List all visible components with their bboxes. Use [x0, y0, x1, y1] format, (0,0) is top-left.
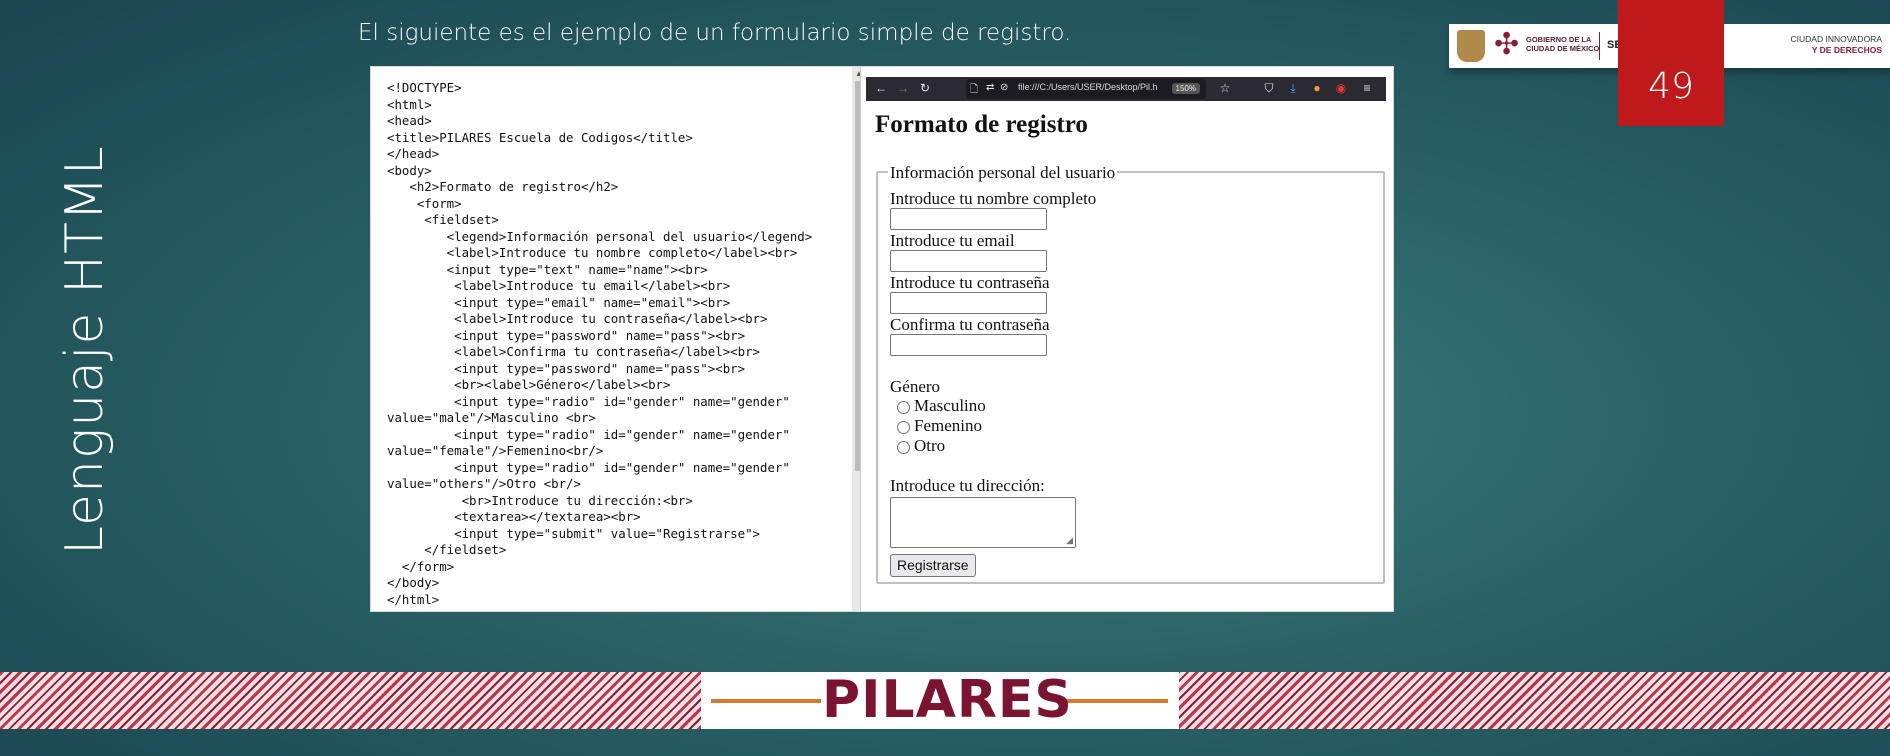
ciudad-slogan: CIUDAD INNOVADORA Y DE DERECHOS — [1791, 34, 1882, 56]
addon-icon[interactable]: ◉ — [1334, 81, 1348, 95]
code-line: <br><label>Género</label><br> — [387, 377, 671, 392]
address-bar[interactable]: 🗋 ⇄ ⊘ file:///C:/Users/USER/Desktop/Pil.… — [966, 79, 1206, 99]
menu-icon[interactable]: ≡ — [1360, 81, 1374, 95]
code-line: <!DOCTYPE> — [387, 80, 462, 95]
code-line: <body> — [387, 162, 432, 178]
gender-label: Género — [890, 377, 941, 396]
code-line: <label>Introduce tu nombre completo</lab… — [387, 245, 798, 260]
password-input[interactable] — [890, 292, 1047, 314]
ciudad-slogan-line2: Y DE DERECHOS — [1811, 45, 1882, 55]
code-line: <input type="radio" id="gender" name="ge… — [387, 459, 790, 475]
radio-otro[interactable] — [897, 441, 910, 454]
code-line: <label>Introduce tu email</label><br> — [387, 278, 731, 293]
code-line: value="others"/>Otro <br/> — [387, 476, 581, 491]
confirm-password-label: Confirma tu contraseña — [890, 315, 1050, 334]
zoom-badge[interactable]: 150% — [1171, 83, 1200, 94]
code-line: <input type="password" name="pass"><br> — [387, 327, 746, 343]
name-input[interactable] — [890, 208, 1047, 230]
code-line: <html> — [387, 96, 432, 112]
footer-line-left — [711, 699, 821, 703]
radio-masculino[interactable] — [897, 401, 910, 414]
radio-femenino[interactable] — [897, 421, 910, 434]
footer-line-right — [1058, 699, 1168, 703]
browser-toolbar: ← → ↻ 🗋 ⇄ ⊘ file:///C:/Users/USER/Deskto… — [866, 77, 1386, 101]
resize-grip-icon[interactable]: ◢ — [1066, 535, 1073, 546]
tracking-icon[interactable]: ⇄ — [986, 82, 994, 93]
code-line: <title>PILARES Escuela de Codigos</title… — [387, 129, 693, 145]
fieldset-legend: Información personal del usuario — [888, 163, 1118, 183]
download-icon[interactable]: ⤓ — [1286, 81, 1300, 95]
radio-label-femenino: Femenino — [914, 416, 982, 435]
gov-logo-text: GOBIERNO DE LA CIUDAD DE MÉXICO — [1526, 35, 1600, 53]
code-line: <input type="password" name="pass"><br> — [387, 360, 746, 376]
pilares-logo: PILARES — [822, 670, 1073, 730]
email-label: Introduce tu email — [890, 231, 1015, 250]
code-line: <label>Introduce tu contraseña</label><b… — [387, 311, 768, 326]
code-line: </fieldset> — [387, 542, 507, 557]
bookmark-star-icon[interactable]: ☆ — [1218, 81, 1232, 95]
ciudad-slogan-line1: CIUDAD INNOVADORA — [1790, 34, 1882, 44]
code-line: <input type="radio" id="gender" name="ge… — [387, 426, 790, 442]
pocket-icon[interactable]: ⛉ — [1262, 81, 1276, 95]
code-line: <br>Introduce tu dirección:<br> — [387, 492, 693, 508]
page-icon: 🗋 — [970, 84, 979, 95]
extension-icon[interactable]: ● — [1310, 81, 1324, 95]
slide-subtitle: El siguiente es el ejemplo de un formula… — [358, 20, 1072, 46]
address-textarea[interactable]: ◢ — [890, 497, 1076, 548]
screenshot-panel: <!DOCTYPE> <html> <head> <title>PILARES Esc… — [370, 66, 1394, 612]
rendered-page: Formato de registro Información personal… — [866, 101, 1393, 611]
code-line: </body> — [387, 575, 440, 590]
scrollbar-thumb[interactable] — [855, 81, 860, 471]
code-text: <!DOCTYPE> <html> <head> <title>PILARES Esc… — [387, 80, 812, 608]
code-line: value="male"/>Masculino <br> — [387, 410, 596, 425]
password-label: Introduce tu contraseña — [890, 273, 1050, 292]
cdmx-logo-icon: ✣ — [1494, 28, 1520, 61]
code-line: <form> — [387, 195, 462, 211]
confirm-password-input[interactable] — [890, 334, 1047, 356]
code-line: value="female"/>Femenino<br/> — [387, 443, 604, 458]
code-editor[interactable]: <!DOCTYPE> <html> <head> <title>PILARES Esc… — [371, 67, 861, 611]
code-line: </form> — [387, 558, 455, 574]
radio-label-otro: Otro — [914, 436, 946, 455]
register-button[interactable]: Registrarse — [890, 554, 976, 577]
code-line: <h2>Formato de registro</h2> — [387, 179, 619, 194]
code-line: <fieldset> — [387, 212, 499, 227]
radio-label-masculino: Masculino — [914, 396, 986, 415]
name-label: Introduce tu nombre completo — [890, 189, 1097, 208]
code-line: <input type="radio" id="gender" name="ge… — [387, 393, 790, 409]
reload-icon[interactable]: ↻ — [918, 81, 932, 95]
footer-brand-panel: PILARES — [701, 672, 1179, 729]
url-text: file:///C:/Users/USER/Desktop/Pil.h — [1018, 82, 1158, 92]
page-heading: Formato de registro — [875, 111, 1088, 138]
back-arrow-icon[interactable]: ← — [874, 81, 888, 95]
coat-of-arms-icon — [1457, 30, 1485, 62]
forward-arrow-icon[interactable]: → — [896, 81, 910, 95]
permissions-icon[interactable]: ⊘ — [1000, 82, 1008, 93]
code-line: <label>Confirma tu contraseña</label><br… — [387, 344, 760, 359]
email-input[interactable] — [890, 250, 1047, 272]
code-line: <textarea></textarea><br> — [387, 509, 641, 524]
code-line: <input type="text" name="name"><br> — [387, 261, 708, 277]
slide-number: 49 — [1618, 0, 1724, 126]
code-line: </head> — [387, 146, 440, 161]
logo-separator — [1599, 32, 1600, 60]
code-line: <input type="email" name="email"><br> — [387, 294, 731, 310]
browser-window: ← → ↻ 🗋 ⇄ ⊘ file:///C:/Users/USER/Deskto… — [866, 67, 1393, 611]
slide-side-title: Lenguaje HTML — [55, 145, 115, 555]
code-line: <input type="submit" value="Registrarse"… — [387, 525, 760, 541]
code-line: <legend>Información personal del usuario… — [387, 228, 813, 244]
address-label: Introduce tu dirección: — [890, 476, 1045, 495]
editor-scrollbar[interactable]: ▲ — [852, 67, 860, 611]
code-line: </html> — [387, 591, 440, 607]
code-line: <head> — [387, 113, 432, 128]
scroll-up-arrow-icon[interactable]: ▲ — [855, 69, 860, 78]
